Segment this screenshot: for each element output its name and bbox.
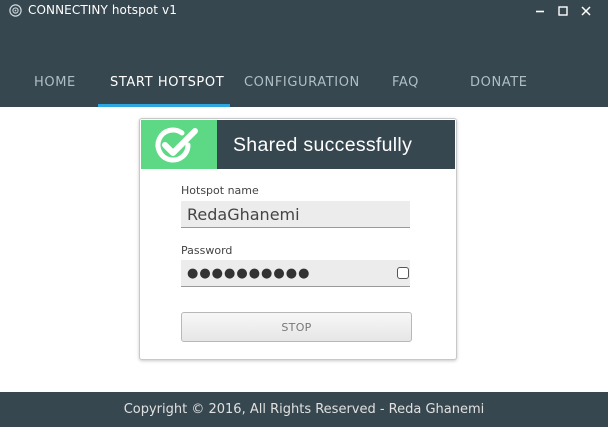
maximize-button[interactable] xyxy=(552,0,574,22)
hotspot-name-label: Hotspot name xyxy=(181,184,259,197)
status-banner: Shared successfully xyxy=(141,120,455,169)
close-icon xyxy=(581,6,591,16)
tab-home[interactable]: HOME xyxy=(34,75,76,90)
tab-faq[interactable]: FAQ xyxy=(392,75,419,90)
show-password-checkbox[interactable] xyxy=(397,267,409,279)
status-icon-box xyxy=(141,120,217,169)
tab-donate[interactable]: DONATE xyxy=(470,75,528,90)
tab-start-hotspot[interactable]: START HOTSPOT xyxy=(110,75,224,90)
stop-button[interactable]: STOP xyxy=(181,312,412,342)
app-logo-icon xyxy=(9,4,22,17)
maximize-icon xyxy=(558,6,568,16)
minimize-icon xyxy=(536,10,544,13)
main-nav: HOME START HOTSPOT CONFIGURATION FAQ DON… xyxy=(0,22,608,107)
tab-configuration[interactable]: CONFIGURATION xyxy=(244,75,360,90)
password-input[interactable] xyxy=(181,260,410,287)
copyright-text: Copyright © 2016, All Rights Reserved - … xyxy=(123,402,485,417)
minimize-button[interactable] xyxy=(529,0,551,22)
window-title: CONNECTINY hotspot v1 xyxy=(28,3,177,17)
window-titlebar[interactable]: CONNECTINY hotspot v1 xyxy=(0,0,608,22)
status-message: Shared successfully xyxy=(233,134,413,156)
password-label: Password xyxy=(181,244,233,257)
check-circle-icon xyxy=(155,127,198,163)
footer: Copyright © 2016, All Rights Reserved - … xyxy=(0,392,608,427)
hotspot-name-input[interactable] xyxy=(181,201,410,228)
hotspot-card: Shared successfully Hotspot name Passwor… xyxy=(139,118,457,360)
active-tab-indicator xyxy=(98,104,230,107)
close-button[interactable] xyxy=(575,0,597,22)
